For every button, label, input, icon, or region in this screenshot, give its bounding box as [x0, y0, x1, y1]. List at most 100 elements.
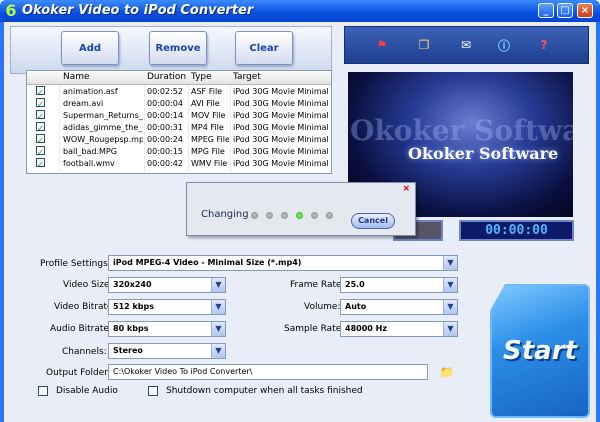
output-folder-input[interactable]: C:\Okoker Video To iPod Converter\: [108, 364, 428, 380]
window-title: Okoker Video to iPod Converter: [22, 3, 254, 18]
progress-close-button[interactable]: ×: [402, 184, 410, 194]
cell-name: Superman_Returns_Cok: [63, 111, 143, 120]
table-row[interactable]: ✓ ball_bad.MPG 00:00:15 MPG File iPod 30G Mo…: [27, 146, 331, 158]
cell-name: dream.avi: [63, 99, 104, 108]
frame-rate-select[interactable]: 25.0 ▼: [340, 277, 458, 293]
row-checkbox[interactable]: ✓: [36, 86, 45, 95]
cell-name: ball_bad.MPG: [63, 147, 117, 156]
app-logo-icon: 6: [5, 1, 17, 20]
progress-dot: [326, 212, 333, 219]
cell-duration: 00:00:15: [147, 147, 183, 156]
volume-value: Auto: [345, 302, 367, 311]
cell-target: iPod 30G Movie Minimal Size: [233, 123, 331, 132]
cell-duration: 00:00:04: [147, 99, 183, 108]
cell-duration: 00:00:31: [147, 123, 183, 132]
video-bitrate-value: 512 kbps: [113, 302, 155, 311]
info-icon[interactable]: ⓘ: [495, 36, 513, 54]
title-bar[interactable]: 6 Okoker Video to iPod Converter _ □ ×: [0, 0, 600, 22]
help-icon[interactable]: ?: [535, 36, 553, 54]
chevron-down-icon[interactable]: ▼: [443, 300, 457, 314]
maximize-button[interactable]: □: [557, 3, 573, 18]
video-bitrate-select[interactable]: 512 kbps ▼: [108, 299, 226, 315]
audio-bitrate-select[interactable]: 80 kbps ▼: [108, 321, 226, 337]
cell-duration: 00:00:42: [147, 159, 183, 168]
table-row[interactable]: ✓ animation.asf 00:02:52 ASF File iPod 30G M…: [27, 86, 331, 98]
close-button[interactable]: ×: [577, 3, 593, 18]
column-name[interactable]: Name: [63, 72, 90, 82]
shutdown-checkbox[interactable]: [148, 386, 158, 396]
frame-rate-value: 25.0: [345, 280, 365, 289]
channels-label: Channels:: [62, 347, 107, 357]
preview-logo-text: Okoker Software: [408, 144, 559, 163]
cell-duration: 00:00:24: [147, 135, 183, 144]
channels-select[interactable]: Stereo ▼: [108, 343, 226, 359]
cell-type: MP4 File: [191, 123, 224, 132]
video-size-select[interactable]: 320x240 ▼: [108, 277, 226, 293]
video-size-label: Video Size:: [63, 280, 113, 290]
table-row[interactable]: ✓ WOW_Rougepsp.mpeg 00:00:24 MPEG File iPod …: [27, 134, 331, 146]
cancel-button[interactable]: Cancel: [351, 213, 395, 229]
chevron-down-icon[interactable]: ▼: [211, 278, 225, 292]
table-row[interactable]: ✓ dream.avi 00:00:04 AVI File iPod 30G Movie…: [27, 98, 331, 110]
minimize-button[interactable]: _: [538, 3, 554, 18]
table-row[interactable]: ✓ football.wmv 00:00:42 WMV File iPod 30G Mo…: [27, 158, 331, 170]
sample-rate-select[interactable]: 48000 Hz ▼: [340, 321, 458, 337]
start-button[interactable]: Start: [490, 284, 590, 418]
cell-name: adidas_gimme_the_ball_: [63, 123, 143, 132]
row-checkbox[interactable]: ✓: [36, 146, 45, 155]
disable-audio-checkbox[interactable]: [38, 386, 48, 396]
remove-button[interactable]: Remove: [149, 31, 207, 65]
time-display: 00:00:00: [459, 220, 574, 241]
cell-name: animation.asf: [63, 87, 118, 96]
chevron-down-icon[interactable]: ▼: [211, 300, 225, 314]
volume-label: Volume:: [304, 302, 341, 312]
start-button-label: Start: [503, 336, 577, 366]
progress-dot: [281, 212, 288, 219]
disable-audio-label: Disable Audio: [56, 386, 118, 396]
volume-select[interactable]: Auto ▼: [340, 299, 458, 315]
table-row[interactable]: ✓ Superman_Returns_Cok 00:00:14 MOV File iPo…: [27, 110, 331, 122]
add-button[interactable]: Add: [61, 31, 119, 65]
chevron-down-icon[interactable]: ▼: [443, 322, 457, 336]
profile-settings-label: Profile Settings:: [40, 259, 111, 269]
cell-duration: 00:02:52: [147, 87, 183, 96]
row-checkbox[interactable]: ✓: [36, 158, 45, 167]
chevron-down-icon[interactable]: ▼: [211, 322, 225, 336]
cell-target: iPod 30G Movie Minimal Size: [233, 159, 331, 168]
column-target[interactable]: Target: [233, 72, 261, 82]
output-folder-label: Output Folder:: [46, 368, 111, 378]
profile-select-value: iPod MPEG-4 Video - Minimal Size (*.mp4): [113, 258, 302, 267]
file-list[interactable]: Name Duration Type Target ✓ animation.asf…: [26, 70, 332, 174]
row-checkbox[interactable]: ✓: [36, 134, 45, 143]
profile-select[interactable]: iPod MPEG-4 Video - Minimal Size (*.mp4)…: [108, 255, 458, 271]
column-type[interactable]: Type: [191, 72, 212, 82]
folder-icon[interactable]: 📁: [438, 364, 456, 380]
preview-watermark: Okoker Software: [350, 114, 573, 147]
cell-duration: 00:00:14: [147, 111, 183, 120]
clear-button[interactable]: Clear: [235, 31, 293, 65]
chevron-down-icon[interactable]: ▼: [211, 344, 225, 358]
shutdown-label: Shutdown computer when all tasks finishe…: [166, 386, 363, 396]
cell-name: WOW_Rougepsp.mpeg: [63, 135, 143, 144]
sample-rate-label: Sample Rate:: [284, 324, 345, 334]
copy-icon[interactable]: ❐: [415, 36, 433, 54]
channels-value: Stereo: [113, 346, 143, 355]
frame-rate-label: Frame Rate:: [290, 280, 345, 290]
progress-dot: [251, 212, 258, 219]
mail-icon[interactable]: ✉: [457, 36, 475, 54]
cell-type: MPG File: [191, 147, 225, 156]
video-bitrate-label: Video Bitrate:: [54, 302, 116, 312]
flag-icon[interactable]: ⚑: [373, 36, 391, 54]
chevron-down-icon[interactable]: ▼: [443, 256, 457, 270]
video-size-value: 320x240: [113, 280, 152, 289]
column-duration[interactable]: Duration: [147, 72, 186, 82]
cell-target: iPod 30G Movie Minimal Size: [233, 99, 331, 108]
row-checkbox[interactable]: ✓: [36, 122, 45, 131]
progress-label: Changing: [201, 209, 249, 220]
table-row[interactable]: ✓ adidas_gimme_the_ball_ 00:00:31 MP4 File i…: [27, 122, 331, 134]
chevron-down-icon[interactable]: ▼: [443, 278, 457, 292]
row-checkbox[interactable]: ✓: [36, 110, 45, 119]
row-checkbox[interactable]: ✓: [36, 98, 45, 107]
cell-target: iPod 30G Movie Minimal Size: [233, 111, 331, 120]
audio-bitrate-label: Audio Bitrate:: [50, 324, 112, 334]
